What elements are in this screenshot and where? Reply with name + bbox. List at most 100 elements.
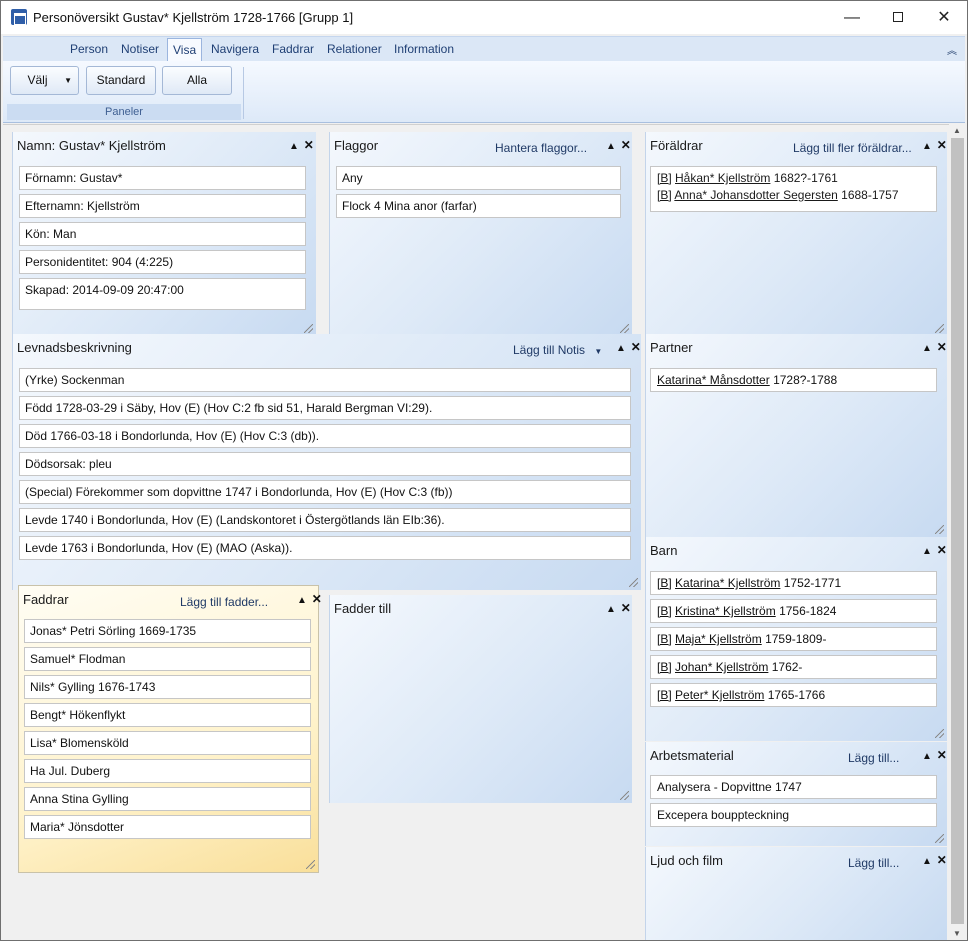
notis-item[interactable]: (Yrke) Sockenman [19, 368, 631, 392]
standard-button[interactable]: Standard [86, 66, 156, 95]
resize-grip[interactable] [935, 324, 944, 333]
parent-name-link[interactable]: Håkan* Kjellström [675, 171, 770, 185]
notis-item[interactable]: (Special) Förekommer som dopvittne 1747 … [19, 480, 631, 504]
collapse-ribbon-icon[interactable]: ︽ [947, 42, 957, 57]
tag-b[interactable]: [B] [657, 576, 672, 590]
fadder-item[interactable]: Nils* Gylling 1676-1743 [24, 675, 311, 699]
scroll-down-icon[interactable]: ▼ [953, 929, 961, 938]
child-name-link[interactable]: Katarina* Kjellström [675, 576, 780, 590]
fadder-item[interactable]: Bengt* Hökenflykt [24, 703, 311, 727]
collapse-icon[interactable]: ▲ [922, 751, 933, 762]
close-icon[interactable]: ✕ [621, 138, 632, 152]
close-icon[interactable]: ✕ [937, 748, 948, 762]
collapse-icon[interactable]: ▲ [297, 595, 308, 606]
partner-name-link[interactable]: Katarina* Månsdotter [657, 373, 770, 387]
vertical-scrollbar[interactable]: ▲ ▼ [949, 124, 966, 940]
valj-dropdown-button[interactable]: Välj ▼ [10, 66, 79, 95]
scrollbar-thumb[interactable] [951, 138, 964, 924]
arbetsmaterial-item[interactable]: Excepera bouppteckning [650, 803, 937, 827]
notis-item[interactable]: Levde 1763 i Bondorlunda, Hov (E) (MAO (… [19, 536, 631, 560]
resize-grip[interactable] [304, 324, 313, 333]
alla-button[interactable]: Alla [162, 66, 232, 95]
tab-notiser[interactable]: Notiser [121, 42, 159, 56]
close-icon[interactable]: ✕ [937, 543, 948, 557]
fadder-item[interactable]: Maria* Jönsdotter [24, 815, 311, 839]
resize-grip[interactable] [935, 525, 944, 534]
field-kon[interactable]: Kön: Man [19, 222, 306, 246]
resize-grip[interactable] [306, 860, 315, 869]
child-item[interactable]: [B] Kristina* Kjellström 1756-1824 [650, 599, 937, 623]
tag-b[interactable]: [B] [657, 688, 672, 702]
resize-grip[interactable] [620, 791, 629, 800]
collapse-icon[interactable]: ▲ [606, 141, 617, 152]
close-icon[interactable]: ✕ [621, 601, 632, 615]
notis-item[interactable]: Född 1728-03-29 i Säby, Hov (E) (Hov C:2… [19, 396, 631, 420]
child-name-link[interactable]: Johan* Kjellström [675, 660, 768, 674]
lagg-till-notis-link[interactable]: Lägg till Notis ▼ [513, 343, 602, 357]
fadder-item[interactable]: Ha Jul. Duberg [24, 759, 311, 783]
tab-navigera[interactable]: Navigera [211, 42, 259, 56]
tag-b[interactable]: [B] [657, 171, 672, 185]
lagg-till-arbetsmaterial-link[interactable]: Lägg till... [848, 751, 899, 765]
fadder-item[interactable]: Samuel* Flodman [24, 647, 311, 671]
child-item[interactable]: [B] Katarina* Kjellström 1752-1771 [650, 571, 937, 595]
flag-item[interactable]: Any [336, 166, 621, 190]
collapse-icon[interactable]: ▲ [922, 141, 933, 152]
arbetsmaterial-item[interactable]: Analysera - Dopvittne 1747 [650, 775, 937, 799]
parent-years: 1688-1757 [841, 188, 899, 202]
hantera-flaggor-link[interactable]: Hantera flaggor... [495, 141, 587, 155]
collapse-icon[interactable]: ▲ [616, 343, 627, 354]
collapse-icon[interactable]: ▲ [922, 856, 933, 867]
fadder-item[interactable]: Jonas* Petri Sörling 1669-1735 [24, 619, 311, 643]
list-item[interactable]: [B] Anna* Johansdotter Segersten 1688-17… [657, 187, 936, 204]
child-item[interactable]: [B] Peter* Kjellström 1765-1766 [650, 683, 937, 707]
scroll-up-icon[interactable]: ▲ [953, 126, 961, 135]
child-name-link[interactable]: Peter* Kjellström [675, 688, 764, 702]
tag-b[interactable]: [B] [657, 660, 672, 674]
field-efternamn[interactable]: Efternamn: Kjellström [19, 194, 306, 218]
resize-grip[interactable] [629, 578, 638, 587]
flag-item[interactable]: Flock 4 Mina anor (farfar) [336, 194, 621, 218]
tab-relationer[interactable]: Relationer [327, 42, 382, 56]
child-name-link[interactable]: Maja* Kjellström [675, 632, 762, 646]
collapse-icon[interactable]: ▲ [922, 546, 933, 557]
tab-person[interactable]: Person [70, 42, 108, 56]
close-icon[interactable]: ✕ [937, 340, 948, 354]
close-icon[interactable]: ✕ [631, 340, 642, 354]
close-icon[interactable]: ✕ [304, 138, 315, 152]
tab-information[interactable]: Information [394, 42, 454, 56]
field-skapad[interactable]: Skapad: 2014-09-09 20:47:00 [19, 278, 306, 310]
notis-item[interactable]: Död 1766-03-18 i Bondorlunda, Hov (E) (H… [19, 424, 631, 448]
collapse-icon[interactable]: ▲ [606, 604, 617, 615]
close-icon[interactable]: ✕ [937, 853, 948, 867]
minimize-button[interactable]: — [829, 5, 875, 31]
resize-grip[interactable] [935, 834, 944, 843]
lagg-till-fadder-link[interactable]: Lägg till fadder... [180, 595, 268, 609]
maximize-button[interactable] [875, 5, 921, 31]
child-item[interactable]: [B] Johan* Kjellström 1762- [650, 655, 937, 679]
close-icon[interactable]: ✕ [937, 138, 948, 152]
collapse-icon[interactable]: ▲ [289, 141, 300, 152]
fadder-item[interactable]: Lisa* Blomensköld [24, 731, 311, 755]
lagg-till-ljud-link[interactable]: Lägg till... [848, 856, 899, 870]
collapse-icon[interactable]: ▲ [922, 343, 933, 354]
child-name-link[interactable]: Kristina* Kjellström [675, 604, 776, 618]
resize-grip[interactable] [935, 729, 944, 738]
tag-b[interactable]: [B] [657, 632, 672, 646]
parent-name-link[interactable]: Anna* Johansdotter Segersten [674, 188, 837, 202]
close-icon[interactable]: ✕ [312, 592, 323, 606]
tab-faddrar[interactable]: Faddrar [272, 42, 314, 56]
resize-grip[interactable] [620, 324, 629, 333]
list-item[interactable]: [B] Håkan* Kjellström 1682?-1761 [657, 170, 936, 187]
tag-b[interactable]: [B] [657, 188, 672, 202]
notis-item[interactable]: Levde 1740 i Bondorlunda, Hov (E) (Lands… [19, 508, 631, 532]
tag-b[interactable]: [B] [657, 604, 672, 618]
partner-item[interactable]: Katarina* Månsdotter 1728?-1788 [650, 368, 937, 392]
field-fornamn[interactable]: Förnamn: Gustav* [19, 166, 306, 190]
close-window-button[interactable]: ✕ [921, 5, 967, 31]
notis-item[interactable]: Dödsorsak: pleu [19, 452, 631, 476]
fadder-item[interactable]: Anna Stina Gylling [24, 787, 311, 811]
lagg-till-foraldrar-link[interactable]: Lägg till fler föräldrar... [793, 141, 912, 155]
child-item[interactable]: [B] Maja* Kjellström 1759-1809- [650, 627, 937, 651]
field-personidentitet[interactable]: Personidentitet: 904 (4:225) [19, 250, 306, 274]
